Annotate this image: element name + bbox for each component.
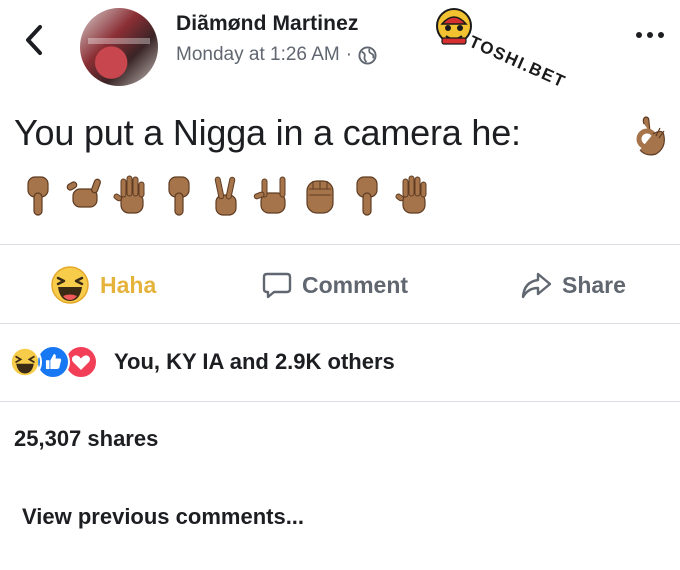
share-label: Share — [562, 271, 626, 298]
raised-fist-emoji — [306, 180, 334, 214]
post-header: Diãmønd Martinez Monday at 1:26 AM · TOS… — [0, 0, 680, 95]
haha-reaction-button[interactable]: Haha — [50, 263, 156, 307]
share-icon — [521, 272, 552, 299]
haha-icon — [51, 266, 89, 304]
reaction-summary-text: You, KY IA and 2.9K others — [114, 349, 395, 374]
action-bar: Haha Comment Share — [0, 245, 680, 325]
haha-icon — [8, 345, 42, 379]
divider — [0, 323, 680, 324]
point-down-emoji — [168, 176, 190, 216]
shares-count[interactable]: 25,307 shares — [14, 426, 158, 452]
watermark-text: TOSHI.BET — [466, 32, 569, 92]
more-dot-icon — [658, 32, 664, 38]
more-options-button[interactable] — [636, 28, 670, 42]
chevron-left-icon — [26, 25, 42, 55]
view-previous-comments-link[interactable]: View previous comments... — [22, 504, 304, 530]
reaction-summary[interactable]: You, KY IA and 2.9K others — [8, 340, 395, 384]
more-dot-icon — [647, 32, 653, 38]
divider — [0, 401, 680, 402]
victory-hand-emoji — [214, 176, 237, 216]
post-text: You put a Nigga in a camera he: — [14, 112, 521, 153]
point-down-emoji — [27, 176, 49, 216]
ok-hand-emoji — [636, 116, 665, 156]
more-dot-icon — [636, 32, 642, 38]
call-me-hand-emoji — [66, 178, 101, 208]
meta-separator: · — [345, 44, 353, 65]
avatar[interactable] — [80, 8, 158, 86]
comment-label: Comment — [302, 271, 409, 298]
point-down-emoji — [356, 176, 378, 216]
globe-icon — [358, 45, 377, 65]
share-button[interactable]: Share — [520, 263, 626, 307]
post-timestamp[interactable]: Monday at 1:26 AM — [176, 44, 340, 66]
comment-button[interactable]: Comment — [262, 263, 408, 307]
toshi-logo-icon — [436, 8, 472, 45]
post-meta: Monday at 1:26 AM · — [176, 44, 377, 66]
reaction-icons — [8, 345, 106, 379]
watermark: TOSHI.BET — [434, 6, 604, 92]
back-button[interactable] — [16, 20, 52, 60]
author-name[interactable]: Diãmønd Martinez — [176, 12, 358, 36]
raised-hand-emoji — [395, 175, 427, 214]
comment-icon — [262, 272, 292, 299]
haha-label: Haha — [100, 271, 157, 298]
emoji-sequence — [18, 170, 434, 222]
raised-hand-emoji — [113, 175, 145, 214]
love-you-gesture-emoji — [253, 176, 286, 214]
